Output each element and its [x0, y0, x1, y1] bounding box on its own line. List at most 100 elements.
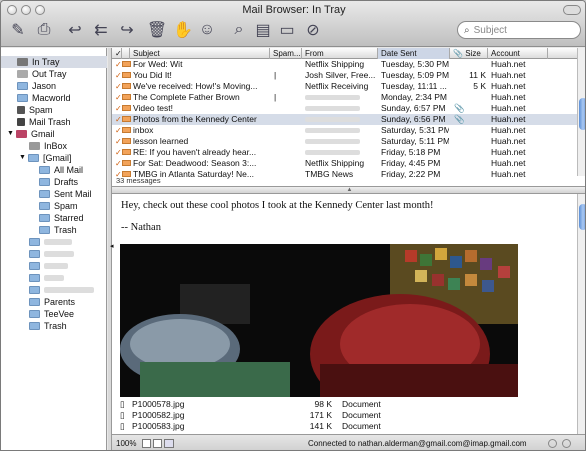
sidebar-item-jason[interactable]: Jason	[17, 80, 56, 92]
address-book-icon[interactable]: ☺	[195, 18, 219, 42]
pane-splitter[interactable]: ▲	[112, 187, 585, 194]
disclosure-triangle-icon[interactable]: ▼	[19, 152, 26, 164]
toolbar-toggle-button[interactable]	[563, 5, 581, 15]
scroll-thumb[interactable]	[579, 204, 585, 230]
reply-all-icon[interactable]: ⇇	[89, 18, 113, 42]
sidebar-item-starred[interactable]: Starred	[39, 212, 84, 224]
message-row[interactable]: ✓ The Complete Father Brown | Monday, 2:34 …	[112, 92, 577, 103]
column-header-subject[interactable]: Subject	[130, 48, 270, 59]
compose-icon[interactable]: ✎	[6, 18, 30, 42]
find-icon[interactable]: ⌕	[227, 18, 251, 42]
sidebar-item-teevee[interactable]: TeeVee	[29, 308, 74, 320]
message-row[interactable]: ✓ For Wed: Wit Netflix Shipping Tuesday, 5:…	[112, 59, 577, 70]
status-column-header[interactable]	[122, 48, 130, 59]
sidebar-item-spam[interactable]: Spam	[17, 104, 53, 116]
message-subject: For Sat: Deadwood: Season 3:...	[133, 158, 257, 168]
message-row[interactable]: ✓ We've received: How!'s Moving... Netflix…	[112, 81, 577, 92]
scroll-thumb[interactable]	[579, 98, 585, 130]
attachment-row[interactable]: ▯ P1000578.jpg 98 K Document	[120, 399, 560, 410]
message-row[interactable]: ✓ Photos from the Kennedy Center Sunday, 6…	[112, 114, 577, 125]
sidebar-item-trash[interactable]: Trash	[29, 320, 67, 332]
column-header-date-sent[interactable]: Date Sent	[378, 48, 450, 59]
column-header-account[interactable]: Account	[488, 48, 548, 59]
server-icon	[15, 130, 27, 138]
attachment-row[interactable]: ▯ P1000582.jpg 171 K Document	[120, 410, 560, 421]
message-preview: Hey, check out these cool photos I took …	[110, 194, 585, 434]
sidebar-item-out-tray[interactable]: Out Tray	[17, 68, 67, 80]
sidebar-item-inbox[interactable]: InBox	[29, 140, 67, 152]
message-row[interactable]: ✓ Video test! Sunday, 6:57 PM Huah.net 📎	[112, 103, 577, 114]
attachment-icon: 📎	[454, 114, 464, 124]
message-subject: The Complete Father Brown	[133, 92, 240, 102]
sidebar-item-gmail-folder[interactable]: ▼ [Gmail]	[19, 152, 71, 164]
sidebar-item-parents[interactable]: Parents	[29, 296, 75, 308]
print-icon[interactable]: ⎙	[32, 18, 56, 42]
large-image-icon[interactable]	[153, 439, 162, 448]
check-column-header[interactable]: ✓	[112, 48, 122, 59]
message-row[interactable]: ✓ RE: If you haven't already hear... Frida…	[112, 147, 577, 158]
envelope-icon	[122, 70, 132, 81]
column-header-from[interactable]: From	[302, 48, 378, 59]
sidebar-item-sent-mail[interactable]: Sent Mail	[39, 188, 92, 200]
message-size	[452, 125, 486, 136]
message-account: Huah.net	[491, 125, 526, 135]
message-subject: Photos from the Kennedy Center	[133, 114, 257, 124]
column-header-size[interactable]: 📎 Size	[450, 48, 488, 59]
sidebar-item-redacted-2[interactable]	[29, 248, 74, 260]
sidebar-item-macworld[interactable]: Macworld	[17, 92, 71, 104]
sidebar-item-drafts[interactable]: Drafts	[39, 176, 78, 188]
refresh-icon[interactable]	[562, 439, 571, 448]
sidebar-item-gmail-spam[interactable]: Spam	[39, 200, 78, 212]
message-subject: Video test!	[133, 103, 174, 113]
message-from: Netflix Shipping	[305, 158, 365, 168]
message-from: Netflix Receiving	[305, 81, 369, 91]
message-date: Monday, 2:34 PM	[381, 92, 447, 102]
message-subject: You Did It!	[133, 70, 172, 80]
window-layout-icon[interactable]: ▭	[275, 18, 299, 42]
message-list-scrollbar[interactable]	[577, 48, 585, 176]
column-header-spam[interactable]: Spam...	[270, 48, 302, 59]
sidebar-item-redacted-5[interactable]	[29, 284, 94, 296]
zoom-level: 100%	[116, 439, 137, 448]
window-title: Mail Browser: In Tray	[242, 4, 346, 16]
junk-icon[interactable]: ✋	[171, 18, 195, 42]
message-row[interactable]: ✓ For Sat: Deadwood: Season 3:... Netflix …	[112, 158, 577, 169]
activity-icon	[548, 439, 557, 448]
attachment-row[interactable]: ▯ P1000583.jpg 141 K Document	[120, 421, 560, 432]
search-field[interactable]: ⌕ Subject	[457, 21, 581, 39]
message-row[interactable]: ✓ You Did It! | Josh Silver, Free... Tuesday…	[112, 70, 577, 81]
sidebar-item-all-mail[interactable]: All Mail	[39, 164, 83, 176]
disclosure-triangle-icon[interactable]: ▼	[7, 128, 14, 140]
photo-attachment[interactable]	[120, 244, 518, 397]
message-size	[452, 158, 486, 169]
sidebar-item-redacted-1[interactable]	[29, 236, 72, 248]
message-size	[452, 59, 486, 70]
preview-scrollbar[interactable]	[577, 194, 585, 434]
splitter-arrow-icon[interactable]: ◂	[110, 242, 114, 250]
reply-icon[interactable]: ↩	[63, 18, 87, 42]
folder-icon	[39, 226, 50, 234]
message-date: Tuesday, 11:11 ...	[381, 81, 447, 91]
sidebar-item-redacted-4[interactable]	[29, 272, 64, 284]
sidebar-item-in-tray[interactable]: In Tray	[1, 56, 107, 68]
small-image-icon[interactable]	[142, 439, 151, 448]
delete-icon[interactable]: 🗑	[145, 18, 169, 42]
message-date: Saturday, 5:11 PM	[381, 136, 449, 146]
fit-image-icon[interactable]	[164, 439, 174, 448]
message-row[interactable]: ✓ lesson learned Saturday, 5:11 PM Huah.net	[112, 136, 577, 147]
redacted-sender	[305, 128, 360, 133]
inbox-icon	[29, 142, 40, 150]
message-row[interactable]: ✓ TMBG in Atlanta Saturday! Ne... TMBG New…	[112, 169, 577, 180]
sidebar-item-redacted-3[interactable]	[29, 260, 68, 272]
forward-icon[interactable]: ↪	[115, 18, 139, 42]
message-row[interactable]: ✓ inbox Saturday, 5:31 PM Huah.net	[112, 125, 577, 136]
message-account: Huah.net	[491, 147, 526, 157]
envelope-icon	[122, 125, 132, 136]
redacted-sender	[305, 139, 360, 144]
sidebar-item-gmail[interactable]: ▼ Gmail	[7, 128, 54, 140]
sidebar-item-gmail-trash[interactable]: Trash	[39, 224, 77, 236]
sidebar-item-mail-trash[interactable]: Mail Trash	[17, 116, 71, 128]
message-account: Huah.net	[491, 103, 526, 113]
notes-icon[interactable]: ▤	[251, 18, 275, 42]
stop-icon[interactable]: ⊘	[301, 18, 325, 42]
